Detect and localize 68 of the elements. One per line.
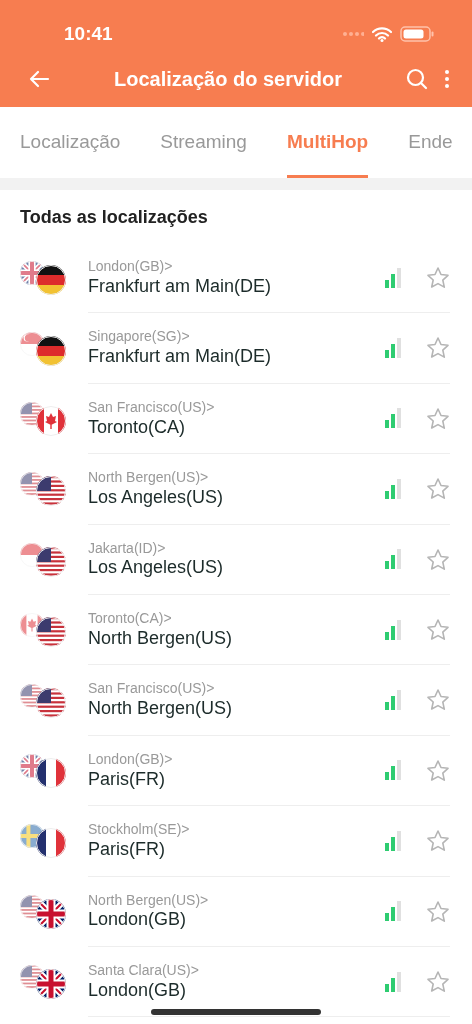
favorite-star-button[interactable]: [426, 335, 450, 361]
page-title: Localização do servidor: [114, 67, 342, 90]
flag-icon: [36, 265, 66, 296]
flag-icon: [36, 405, 66, 436]
signal-strength-icon: [384, 830, 402, 851]
signal-strength-icon: [384, 478, 402, 499]
favorite-star-button[interactable]: [426, 758, 450, 783]
search-button[interactable]: [406, 66, 428, 91]
flag-icon: [36, 546, 66, 577]
entry-location: Singapore(SG)>: [88, 328, 191, 346]
entry-location: Stockholm(SE)>: [88, 821, 191, 838]
signal-strength-icon: [384, 408, 402, 429]
exit-location: London(GB): [88, 978, 188, 1002]
flag-icon: [36, 757, 66, 788]
signal-strength-icon: [384, 267, 402, 288]
favorite-star-button[interactable]: [426, 265, 450, 291]
flag-icon: [36, 828, 66, 859]
exit-location: Paris(FR): [88, 767, 166, 791]
battery-icon: [400, 26, 434, 42]
flag-icon: [36, 335, 66, 366]
wifi-icon: [372, 26, 392, 42]
entry-location: London(GB)>: [88, 750, 174, 768]
tab[interactable]: MultiHop: [286, 107, 369, 178]
exit-location: Frankfurt am Main(DE): [88, 274, 273, 298]
entry-location: San Francisco(US)>: [88, 680, 216, 698]
entry-location: Santa Clara(US)>: [88, 961, 200, 979]
flag-icon: [36, 969, 66, 1000]
tab[interactable]: Streaming: [160, 107, 247, 178]
favorite-star-button[interactable]: [426, 687, 450, 713]
exit-location: Frankfurt am Main(DE): [88, 345, 273, 368]
exit-location: London(GB): [88, 908, 188, 931]
flag-icon: [20, 965, 44, 990]
flag-icon: [36, 898, 66, 929]
signal-strength-icon: [384, 901, 402, 922]
exit-location: Los Angeles(US): [88, 486, 225, 509]
entry-location: Toronto(CA)>: [88, 610, 173, 627]
flag-icon: [36, 476, 66, 507]
entry-location: London(GB)>: [88, 258, 174, 275]
signal-strength-icon: [384, 971, 402, 992]
favorite-star-button[interactable]: [426, 406, 450, 431]
tab[interactable]: Ende: [408, 107, 453, 178]
favorite-star-button[interactable]: [426, 546, 450, 572]
favorite-star-button[interactable]: [426, 476, 450, 502]
entry-location: Jakarta(ID)>: [88, 539, 167, 557]
flag-icon: [20, 894, 44, 919]
section-title: Todas as localizações: [19, 206, 209, 229]
signal-strength-icon: [384, 760, 402, 781]
exit-location: Los Angeles(US): [88, 556, 225, 579]
tab[interactable]: Localização: [20, 107, 121, 178]
signal-strength-icon: [384, 619, 402, 640]
favorite-star-button[interactable]: [426, 828, 450, 854]
exit-location: Paris(FR): [88, 837, 166, 861]
favorite-star-button[interactable]: [426, 969, 450, 994]
cellular-signal-icon: [342, 31, 364, 37]
entry-location: North Bergen(US)>: [88, 469, 210, 486]
signal-strength-icon: [384, 338, 402, 359]
exit-location: North Bergen(US): [88, 697, 234, 720]
favorite-star-button[interactable]: [426, 898, 450, 924]
exit-location: North Bergen(US): [88, 626, 234, 650]
entry-location: San Francisco(US)>: [88, 398, 216, 416]
signal-strength-icon: [384, 549, 402, 570]
entry-location: North Bergen(US)>: [88, 891, 210, 909]
status-time: 10:41: [64, 21, 113, 46]
signal-strength-icon: [384, 690, 402, 711]
flag-icon: [36, 617, 66, 648]
flag-icon: [36, 687, 66, 718]
exit-location: Toronto(CA): [88, 415, 187, 439]
favorite-star-button[interactable]: [426, 617, 450, 643]
